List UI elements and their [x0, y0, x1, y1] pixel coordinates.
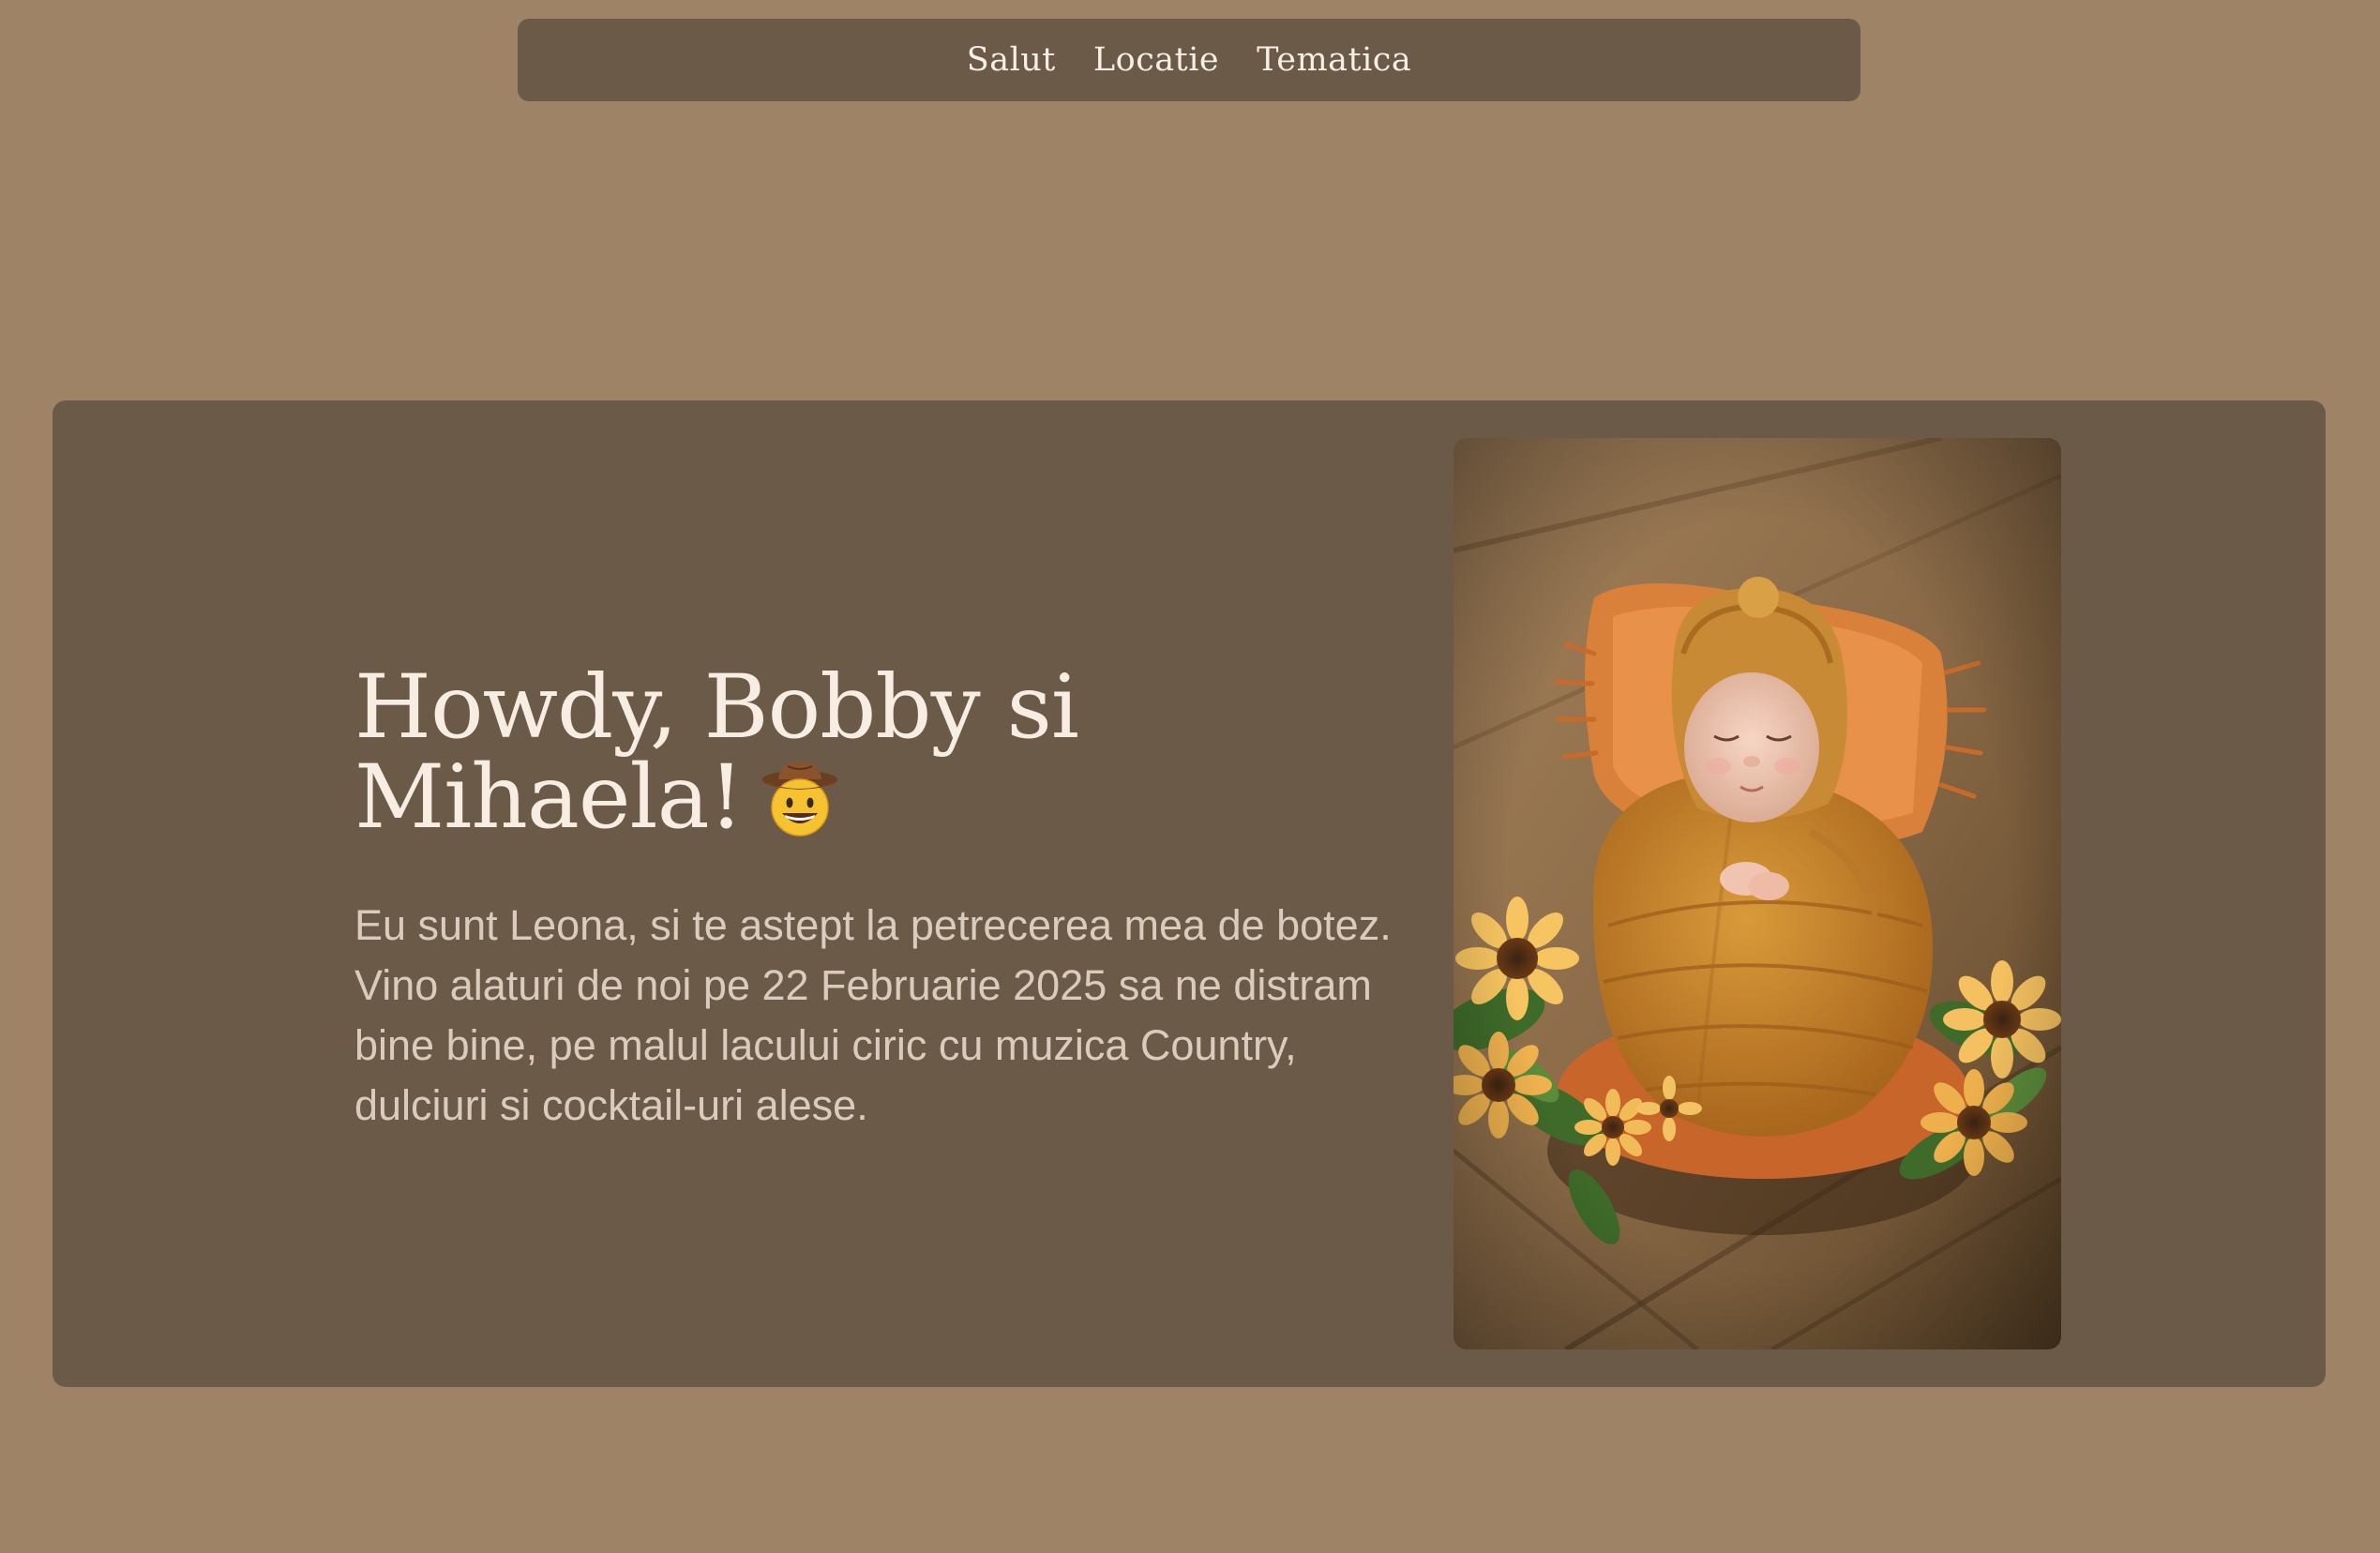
hero-section: Howdy, Bobby si Mihaela! Eu sunt Leona, …: [53, 400, 2326, 1387]
newborn-baby-photo: [1454, 438, 2061, 1349]
hero-description: Eu sunt Leona, si te astept la petrecere…: [354, 900, 1392, 1129]
nav-link-salut[interactable]: Salut: [967, 41, 1056, 79]
top-navigation: Salut Locatie Tematica: [518, 19, 1860, 101]
hero-text-block: Howdy, Bobby si Mihaela! Eu sunt Leona, …: [354, 663, 1395, 1136]
hero-title-text: Howdy, Bobby si Mihaela!: [354, 656, 1079, 849]
nav-link-tematica[interactable]: Tematica: [1257, 41, 1411, 79]
hero-title: Howdy, Bobby si Mihaela!: [354, 663, 1395, 845]
cowboy-face-icon: [760, 759, 840, 839]
nav-link-locatie[interactable]: Locatie: [1093, 41, 1219, 79]
